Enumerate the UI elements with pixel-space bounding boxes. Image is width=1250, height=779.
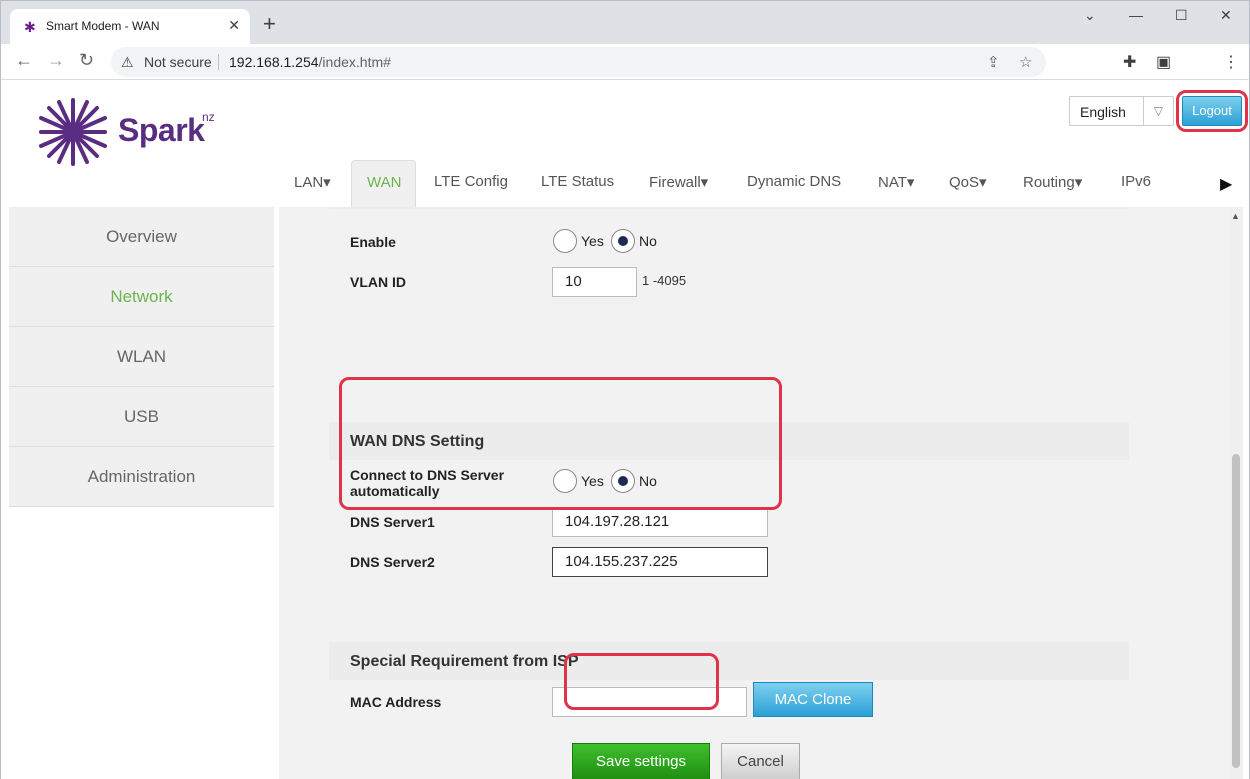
- vlan-enable-yes-label: Yes: [581, 233, 604, 249]
- content-scrollbar[interactable]: ▲: [1229, 207, 1243, 779]
- vlan-id-label: VLAN ID: [350, 274, 406, 290]
- isp-section-title: Special Requirement from ISP: [350, 653, 579, 670]
- maximize-icon[interactable]: ☐: [1175, 7, 1188, 24]
- language-value: English: [1080, 104, 1126, 120]
- cancel-button[interactable]: Cancel: [721, 743, 800, 779]
- dns-server1-label: DNS Server1: [350, 514, 435, 530]
- new-tab-button[interactable]: +: [263, 13, 276, 35]
- vlan-enable-no-radio[interactable]: [611, 229, 635, 253]
- reload-icon[interactable]: ↻: [79, 51, 94, 69]
- tab-ipv6[interactable]: IPv6: [1121, 173, 1151, 190]
- vlan-id-input[interactable]: 10: [552, 267, 637, 297]
- mac-address-label: MAC Address: [350, 694, 442, 710]
- save-settings-button[interactable]: Save settings: [572, 743, 710, 779]
- tab-lan[interactable]: LAN▾: [294, 173, 331, 191]
- enable-label: Enable: [350, 234, 396, 250]
- close-window-icon[interactable]: ✕: [1220, 7, 1232, 24]
- browser-tab[interactable]: ✱ Smart Modem - WAN ✕: [10, 9, 250, 45]
- share-icon[interactable]: ⇪: [987, 53, 1000, 71]
- tab-nat[interactable]: NAT▾: [878, 173, 914, 191]
- close-tab-icon[interactable]: ✕: [228, 17, 240, 34]
- url-path: /index.htm#: [318, 54, 391, 70]
- vlan-enable-no-label: No: [639, 233, 657, 249]
- back-icon[interactable]: ←: [15, 51, 33, 69]
- language-select[interactable]: English ▽: [1069, 96, 1174, 126]
- browser-tab-strip: ✱ Smart Modem - WAN ✕ + ⌄ — ☐ ✕: [0, 0, 1250, 45]
- main-nav: LAN▾ WAN LTE Config LTE Status Firewall▾…: [277, 160, 1250, 207]
- vlan-id-range-hint: 1 -4095: [642, 273, 687, 288]
- nav-next-arrow-icon[interactable]: ▶: [1220, 174, 1232, 194]
- vlan-enable-yes-radio[interactable]: [553, 229, 577, 253]
- forward-icon[interactable]: →: [47, 51, 65, 69]
- browser-toolbar: ← → ↻ ⚠ Not secure 192.168.1.254/index.h…: [0, 44, 1250, 80]
- router-admin-page: Spark nz English ▽ Logout LAN▾ WAN LTE C…: [0, 80, 1250, 779]
- tab-lte-config[interactable]: LTE Config: [434, 173, 508, 190]
- brand-suffix: nz: [202, 110, 215, 124]
- sidebar-item-overview[interactable]: Overview: [9, 207, 274, 267]
- browser-menu-icon[interactable]: ⋮: [1223, 52, 1239, 72]
- tab-qos[interactable]: QoS▾: [949, 173, 987, 191]
- sidebar-item-administration[interactable]: Administration: [9, 447, 274, 507]
- tab-wan-label: WAN: [367, 174, 402, 191]
- tab-wan[interactable]: WAN: [351, 160, 416, 207]
- sidebar-item-usb[interactable]: USB: [9, 387, 274, 447]
- dns-server2-label: DNS Server2: [350, 554, 435, 570]
- url-text: 192.168.1.254/index.htm#: [229, 54, 391, 70]
- bookmark-star-icon[interactable]: ☆: [1019, 53, 1032, 71]
- tab-search-icon[interactable]: ⌄: [1084, 7, 1096, 24]
- spark-star-icon: [39, 98, 107, 166]
- tab-dynamic-dns[interactable]: Dynamic DNS: [747, 173, 841, 190]
- address-divider: [218, 54, 219, 70]
- minimize-icon[interactable]: —: [1129, 7, 1143, 23]
- sidebar-item-network[interactable]: Network: [9, 267, 274, 327]
- sidebar-item-wlan[interactable]: WLAN: [9, 327, 274, 387]
- url-host: 192.168.1.254: [229, 54, 319, 70]
- chevron-down-icon[interactable]: ▽: [1143, 97, 1173, 125]
- side-panel-icon[interactable]: ▣: [1156, 52, 1171, 72]
- warning-icon: ⚠: [121, 54, 134, 70]
- not-secure-label: Not secure: [144, 54, 212, 70]
- sidebar: Overview Network WLAN USB Administration: [9, 207, 274, 507]
- brand-name: Spark: [118, 112, 205, 148]
- dns-server1-input[interactable]: 104.197.28.121: [552, 507, 768, 537]
- spark-logo: Spark nz: [37, 98, 227, 168]
- logout-button[interactable]: Logout: [1182, 96, 1242, 126]
- mac-clone-button[interactable]: MAC Clone: [753, 682, 873, 717]
- browser-tab-title: Smart Modem - WAN: [46, 19, 160, 33]
- tab-routing[interactable]: Routing▾: [1023, 173, 1082, 191]
- dns-server2-input[interactable]: 104.155.237.225: [552, 547, 768, 577]
- tab-firewall[interactable]: Firewall▾: [649, 173, 708, 191]
- section-band-vlan: [329, 207, 1129, 209]
- save-settings-highlight: [564, 653, 719, 710]
- spark-favicon-icon: ✱: [24, 19, 36, 35]
- extensions-icon[interactable]: ✚: [1123, 52, 1136, 72]
- scroll-up-icon[interactable]: ▲: [1231, 211, 1240, 221]
- dns-settings-highlight: [339, 377, 782, 510]
- scrollbar-thumb[interactable]: [1232, 454, 1240, 768]
- address-bar[interactable]: ⚠ Not secure 192.168.1.254/index.htm# ⇪ …: [111, 47, 1046, 77]
- tab-lte-status[interactable]: LTE Status: [541, 173, 614, 190]
